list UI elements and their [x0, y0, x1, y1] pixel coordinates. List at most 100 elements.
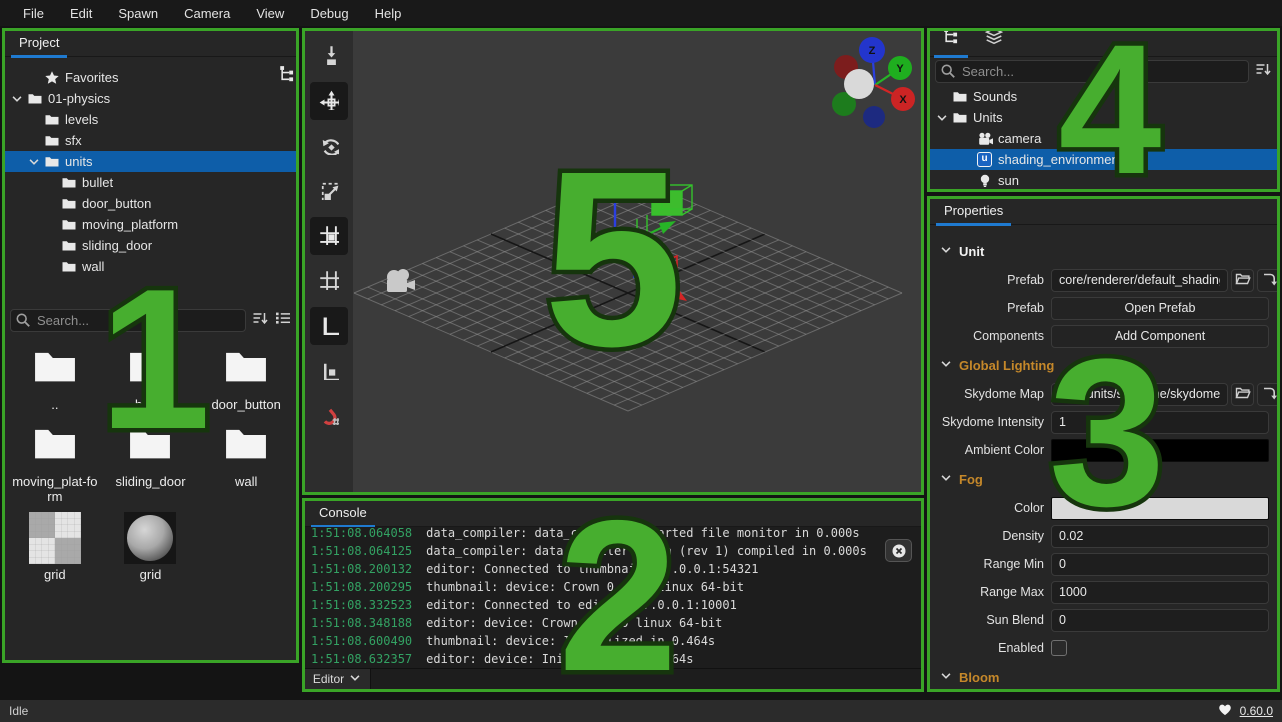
- tab-layers[interactable]: [972, 31, 1016, 56]
- tool-place-button[interactable]: [310, 37, 348, 75]
- tool-grid-button[interactable]: [310, 262, 348, 300]
- asset-tile-bullet[interactable]: bullet: [103, 343, 199, 412]
- browse-button[interactable]: [1231, 383, 1254, 406]
- asset-tile-grid[interactable]: grid: [7, 512, 103, 582]
- console-panel: Console 1:51:08.064058data_compiler: dat…: [305, 501, 921, 689]
- reimport-button[interactable]: [1257, 383, 1277, 406]
- prop-path-input[interactable]: [1051, 383, 1228, 406]
- tab-properties[interactable]: Properties: [930, 203, 1017, 224]
- browse-button[interactable]: [1231, 269, 1254, 292]
- reimport-button[interactable]: [1257, 269, 1277, 292]
- tree-item-sfx[interactable]: sfx: [5, 130, 296, 151]
- console-clear-button[interactable]: [885, 539, 912, 562]
- tree-item-moving-platform[interactable]: moving_platform: [5, 214, 296, 235]
- tab-hierarchy[interactable]: [930, 31, 972, 56]
- chevron-down-icon[interactable]: [27, 155, 41, 169]
- tool-move-button[interactable]: [310, 82, 348, 120]
- open-prefab-button[interactable]: Open Prefab: [1051, 297, 1269, 320]
- console-line: 1:51:08.600490thumbnail: device: Initial…: [311, 632, 915, 650]
- tree-item-sliding-door[interactable]: sliding_door: [5, 235, 296, 256]
- section-header-bloom[interactable]: Bloom: [930, 662, 1277, 689]
- prop-value-input[interactable]: [1051, 553, 1269, 576]
- section-label: Fog: [959, 472, 983, 487]
- tree-item-sounds[interactable]: Sounds: [930, 86, 1277, 107]
- axis-ball-neg-z[interactable]: [863, 106, 885, 128]
- checkbox[interactable]: [1051, 640, 1067, 656]
- viewport-panel: Z Y X: [305, 31, 921, 492]
- asset-tile-moving-plat-form[interactable]: moving_plat-form: [7, 420, 103, 504]
- tree-item-wall[interactable]: wall: [5, 256, 296, 277]
- viewport-scene[interactable]: Z Y X: [353, 31, 921, 492]
- prop-value-input[interactable]: [1051, 525, 1269, 548]
- tool-scale-button[interactable]: [310, 172, 348, 210]
- expand-tree-icon[interactable]: [278, 65, 296, 88]
- tool-snap-frame-button[interactable]: [310, 217, 348, 255]
- console-log[interactable]: 1:51:08.064058data_compiler: data_compil…: [305, 527, 921, 668]
- prop-value-input[interactable]: [1051, 609, 1269, 632]
- tree-item-sun[interactable]: sun: [930, 170, 1277, 189]
- tree-item-shading-environment[interactable]: ushading_environment: [930, 149, 1277, 170]
- menu-item-spawn[interactable]: Spawn: [105, 0, 171, 26]
- sort-icon[interactable]: [252, 310, 269, 331]
- menu-item-help[interactable]: Help: [362, 0, 415, 26]
- filter-icon[interactable]: [1255, 61, 1272, 82]
- console-line: 1:51:08.200295thumbnail: device: Crown 0…: [311, 578, 915, 596]
- prop-label: Density: [930, 529, 1051, 543]
- material-thumbnail: [124, 512, 176, 564]
- asset-tile-door-button[interactable]: door_button: [198, 343, 294, 412]
- console-command-input[interactable]: [371, 669, 921, 689]
- tree-item-favorites[interactable]: Favorites: [5, 67, 296, 88]
- tree-item-door-button[interactable]: door_button: [5, 193, 296, 214]
- prop-path-input[interactable]: [1051, 269, 1228, 292]
- reload-icon: [1261, 271, 1277, 290]
- tree-item-units[interactable]: Units: [930, 107, 1277, 128]
- menu-item-file[interactable]: File: [10, 0, 57, 26]
- folder-open-icon: [1235, 271, 1251, 290]
- asset-tile-grid[interactable]: grid: [103, 512, 199, 582]
- project-search[interactable]: [10, 309, 246, 332]
- prop-value-input[interactable]: [1051, 411, 1269, 434]
- asset-tile-sliding-door[interactable]: sliding_door: [103, 420, 199, 504]
- tree-item-label: Sounds: [973, 89, 1017, 104]
- list-view-icon[interactable]: [275, 310, 291, 331]
- menu-item-debug[interactable]: Debug: [297, 0, 361, 26]
- tool-snap-magnet-button[interactable]: [310, 397, 348, 435]
- asset-tile-wall[interactable]: wall: [198, 420, 294, 504]
- tree-item-units[interactable]: units: [5, 151, 296, 172]
- hierarchy-search[interactable]: [935, 60, 1249, 83]
- tool-origin-button[interactable]: [310, 352, 348, 390]
- orientation-gizmo[interactable]: Z Y X: [832, 37, 915, 128]
- console-line: 1:51:08.332523editor: Connected to edito…: [311, 596, 915, 614]
- folder-icon: [61, 259, 77, 275]
- tree-item-levels[interactable]: levels: [5, 109, 296, 130]
- asset-tile--[interactable]: ..: [7, 343, 103, 412]
- console-channel-dropdown[interactable]: Editor: [305, 669, 371, 689]
- hierarchy-search-input[interactable]: [935, 60, 1249, 83]
- tree-item-01-physics[interactable]: 01-physics: [5, 88, 296, 109]
- axis-ball-home[interactable]: [844, 69, 874, 99]
- console-input-row: Editor: [305, 668, 921, 689]
- tab-console[interactable]: Console: [305, 505, 381, 526]
- tree-item-bullet[interactable]: bullet: [5, 172, 296, 193]
- chevron-down-icon[interactable]: [935, 111, 949, 125]
- tool-axes-button[interactable]: [310, 307, 348, 345]
- menu-item-camera[interactable]: Camera: [171, 0, 243, 26]
- chevron-down-icon[interactable]: [10, 92, 24, 106]
- section-header-fog[interactable]: Fog: [930, 464, 1277, 494]
- project-search-input[interactable]: [10, 309, 246, 332]
- tree-item-camera[interactable]: camera: [930, 128, 1277, 149]
- section-header-unit[interactable]: Unit: [930, 236, 1277, 266]
- menu-item-view[interactable]: View: [243, 0, 297, 26]
- tool-rotate-button[interactable]: [310, 127, 348, 165]
- tab-project[interactable]: Project: [5, 35, 73, 56]
- color-swatch[interactable]: [1051, 497, 1269, 520]
- prop-value-input[interactable]: [1051, 581, 1269, 604]
- heart-icon[interactable]: [1217, 702, 1233, 720]
- asset-label: door_button: [211, 397, 280, 412]
- chevron-down-icon: [348, 671, 362, 688]
- menu-item-edit[interactable]: Edit: [57, 0, 105, 26]
- add-component-button[interactable]: Add Component: [1051, 325, 1269, 348]
- color-swatch[interactable]: [1051, 439, 1269, 462]
- section-header-global-lighting[interactable]: Global Lighting: [930, 350, 1277, 380]
- version-link[interactable]: 0.60.0: [1240, 704, 1273, 718]
